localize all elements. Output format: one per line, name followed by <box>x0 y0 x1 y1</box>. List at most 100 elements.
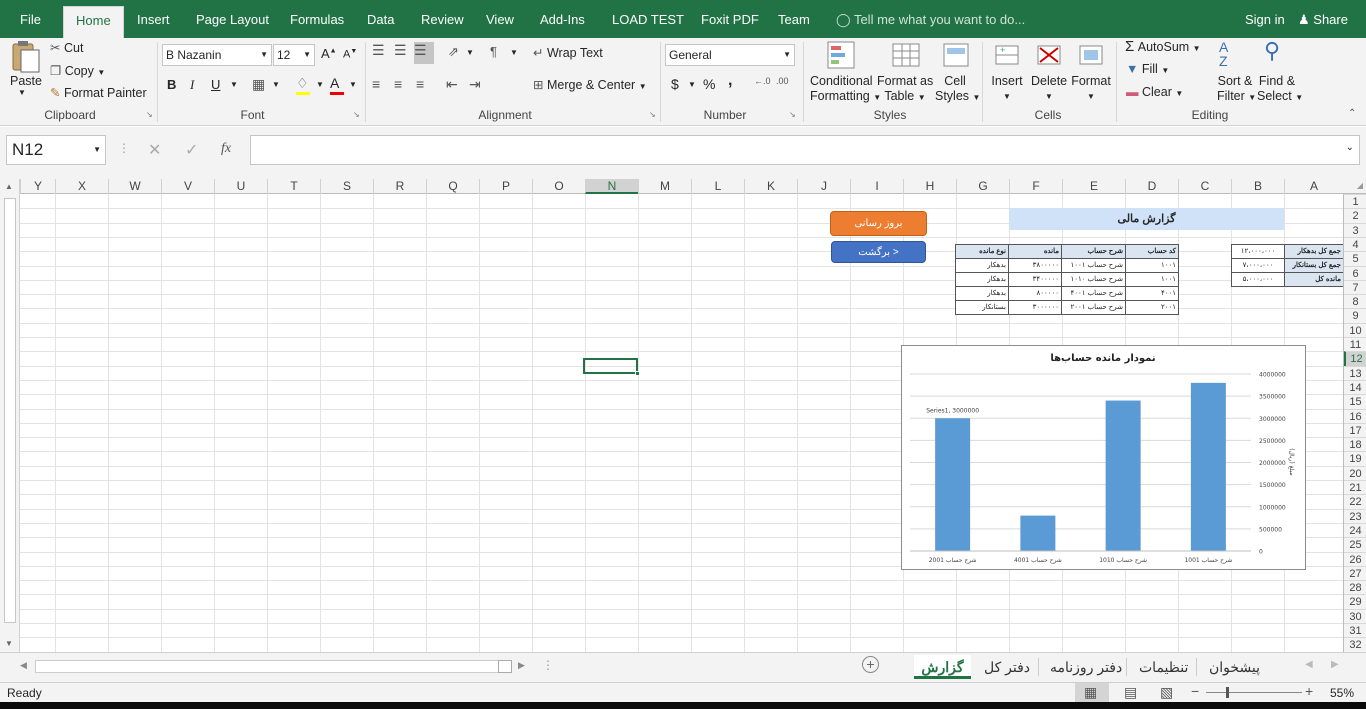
corner-select-all-rtl[interactable]: ◢ <box>1343 179 1366 194</box>
align-right-icon[interactable]: ≡ <box>416 76 424 92</box>
row-header-11[interactable]: 11 <box>1344 337 1366 351</box>
row-header-29[interactable]: 29 <box>1344 594 1366 608</box>
column-header-b[interactable]: B <box>1231 179 1284 194</box>
chevron-down-icon[interactable]: ▼ <box>316 80 324 89</box>
currency-button[interactable]: $ <box>671 76 679 92</box>
row-header-30[interactable]: 30 <box>1344 608 1366 623</box>
zoom-in-icon[interactable]: + <box>1305 683 1313 699</box>
alignment-launcher-icon[interactable]: ↘ <box>649 110 656 119</box>
font-name-combo[interactable]: B Nazanin ▼ <box>162 44 272 66</box>
row-header-6[interactable]: 6 <box>1344 265 1366 280</box>
increase-font-icon[interactable]: A▲ <box>321 46 337 61</box>
row-header-28[interactable]: 28 <box>1344 580 1366 594</box>
tab-insert[interactable]: Insert <box>137 0 170 38</box>
autosum-button[interactable]: Σ AutoSum ▼ <box>1125 38 1201 55</box>
clear-button[interactable]: ▬ Clear ▼ <box>1126 85 1183 99</box>
row-header-4[interactable]: 4 <box>1344 236 1366 251</box>
tab-add-ins[interactable]: Add-Ins <box>540 0 585 38</box>
increase-indent-icon[interactable]: ⇥ <box>469 76 481 93</box>
tab-page-layout[interactable]: Page Layout <box>196 0 269 38</box>
column-header-s[interactable]: S <box>320 179 373 194</box>
chevron-down-icon[interactable]: ▼ <box>272 80 280 89</box>
paste-icon[interactable] <box>9 40 43 74</box>
row-header-7[interactable]: 7 <box>1344 279 1366 294</box>
cell-styles-button[interactable]: Cell Styles ▼ <box>935 74 980 105</box>
chevron-down-icon[interactable]: ▼ <box>510 48 518 57</box>
row-header-22[interactable]: 22 <box>1344 494 1366 508</box>
sheet-tab-journal[interactable]: دفتر روزنامه <box>1050 655 1122 679</box>
find-select-button[interactable]: Find & Select ▼ <box>1257 74 1303 105</box>
column-header-p[interactable]: P <box>479 179 532 194</box>
tell-me-box[interactable]: ◯ Tell me what you want to do... <box>836 0 1025 38</box>
format-cells-button[interactable]: Format ▼ <box>1071 74 1111 104</box>
column-header-x[interactable]: X <box>55 179 108 194</box>
update-button[interactable]: بروز رسانی <box>830 211 927 236</box>
font-color-icon[interactable]: A <box>330 75 344 95</box>
splitter-icon[interactable]: ⋮ <box>542 658 554 672</box>
row-header-23[interactable]: 23 <box>1344 508 1366 523</box>
horizontal-scroll-track[interactable] <box>35 660 500 673</box>
account-balance-chart[interactable]: نمودار مانده حساب‌ها 0 500000 1000000 150000… <box>901 345 1306 570</box>
tab-scroll-left-icon[interactable]: ◀ <box>1305 659 1313 670</box>
cancel-icon[interactable]: ✕ <box>148 140 161 160</box>
chevron-down-icon[interactable]: ▼ <box>688 80 696 89</box>
sheet-tab-dashboard[interactable]: پیشخوان <box>1209 655 1260 679</box>
chevron-down-icon[interactable]: ▼ <box>230 80 238 89</box>
worksheet-grid[interactable]: بروز رسانی برگشت > گزارش مالی جمع کل بده… <box>20 194 1343 652</box>
chevron-down-icon[interactable]: ▼ <box>349 80 357 89</box>
tab-home[interactable]: Home <box>63 6 124 38</box>
sheet-tab-report[interactable]: گزارش <box>914 655 971 679</box>
column-header-f[interactable]: F <box>1009 179 1062 194</box>
wrap-text-button[interactable]: ↵ Wrap Text <box>533 45 603 60</box>
normal-view-icon[interactable]: ▦ <box>1084 684 1097 701</box>
merge-center-button[interactable]: ⊞ Merge & Center ▼ <box>533 77 647 92</box>
comma-button[interactable]: , <box>728 72 732 90</box>
column-header-c[interactable]: C <box>1178 179 1231 194</box>
row-header-13[interactable]: 13 <box>1344 365 1366 380</box>
paragraph-rtl-icon[interactable]: ¶ <box>490 44 497 59</box>
tab-data[interactable]: Data <box>367 0 394 38</box>
row-header-16[interactable]: 16 <box>1344 408 1366 423</box>
column-header-j[interactable]: J <box>797 179 850 194</box>
font-launcher-icon[interactable]: ↘ <box>353 110 360 119</box>
row-header-18[interactable]: 18 <box>1344 437 1366 451</box>
row-header-2[interactable]: 2 <box>1344 208 1366 222</box>
column-header-l[interactable]: L <box>691 179 744 194</box>
decrease-indent-icon[interactable]: ⇤ <box>446 76 458 93</box>
row-header-24[interactable]: 24 <box>1344 522 1366 537</box>
scroll-down-icon[interactable]: ▼ <box>5 639 13 648</box>
orientation-icon[interactable]: ⇗ <box>448 44 459 60</box>
copy-button[interactable]: ❐ Copy ▼ <box>50 63 105 78</box>
row-header-25[interactable]: 25 <box>1344 537 1366 551</box>
row-header-32[interactable]: 32 <box>1344 637 1366 651</box>
row-header-21[interactable]: 21 <box>1344 480 1366 494</box>
paste-dropdown-icon[interactable]: ▼ <box>18 88 26 97</box>
new-sheet-icon[interactable]: + <box>862 656 879 673</box>
align-left-icon[interactable]: ≡ <box>372 76 380 92</box>
paste-button[interactable]: Paste <box>10 74 42 88</box>
underline-button[interactable]: U <box>211 77 220 92</box>
page-break-view-icon[interactable]: ▧ <box>1160 684 1173 701</box>
page-layout-view-icon[interactable]: ▤ <box>1124 684 1137 701</box>
number-launcher-icon[interactable]: ↘ <box>789 110 796 119</box>
row-header-5[interactable]: 5 <box>1344 251 1366 265</box>
collapse-ribbon-icon[interactable]: ⌃ <box>1348 108 1356 119</box>
selected-cell[interactable] <box>583 358 640 376</box>
row-header-10[interactable]: 10 <box>1344 322 1366 337</box>
format-painter-button[interactable]: ✎ Format Painter <box>50 85 147 100</box>
sort-filter-button[interactable]: Sort & Filter ▼ <box>1217 74 1256 105</box>
row-header-17[interactable]: 17 <box>1344 422 1366 437</box>
column-header-a[interactable]: A <box>1284 179 1343 194</box>
zoom-slider-track[interactable] <box>1206 692 1302 693</box>
tab-foxit-pdf[interactable]: Foxit PDF <box>701 0 759 38</box>
tab-load-test[interactable]: LOAD TEST <box>612 0 684 38</box>
italic-button[interactable]: I <box>190 77 194 93</box>
share-button[interactable]: ♟ Share <box>1298 0 1348 38</box>
scroll-right-icon[interactable]: ▶ <box>518 660 525 671</box>
vertical-scrollbar[interactable]: ▲ ▼ <box>0 179 20 652</box>
clipboard-launcher-icon[interactable]: ↘ <box>146 110 153 119</box>
zoom-level[interactable]: 55% <box>1330 686 1354 700</box>
row-header-14[interactable]: 14 <box>1344 379 1366 394</box>
file-tab[interactable]: File <box>20 0 41 38</box>
fill-color-icon[interactable]: ♢ <box>296 75 310 95</box>
